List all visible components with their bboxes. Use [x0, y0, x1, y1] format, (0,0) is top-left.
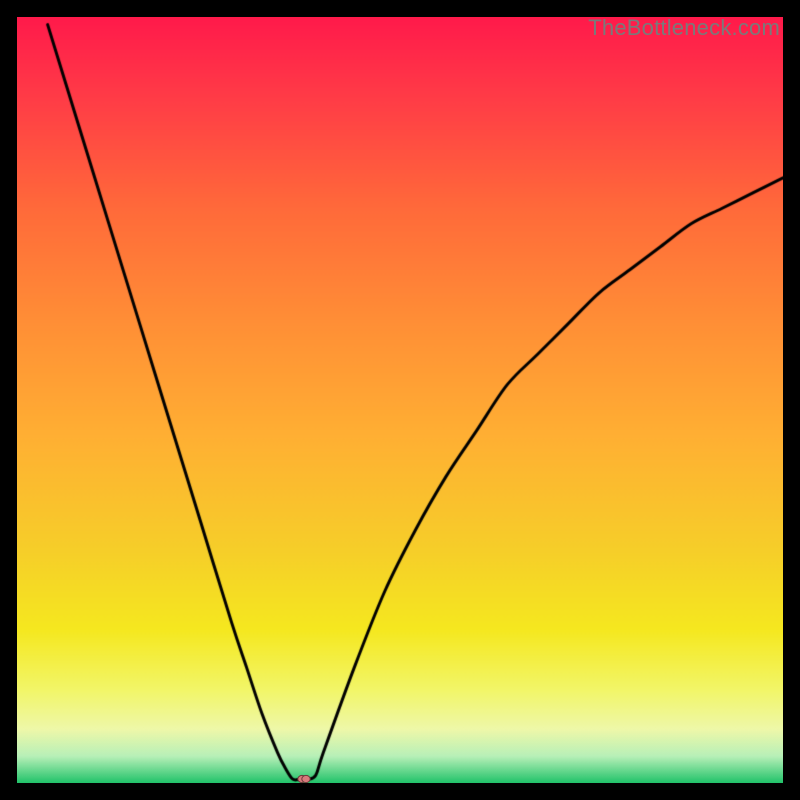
watermark-text: TheBottleneck.com [588, 15, 780, 41]
bottleneck-curve [17, 17, 783, 783]
chart-frame: TheBottleneck.com [17, 17, 783, 783]
